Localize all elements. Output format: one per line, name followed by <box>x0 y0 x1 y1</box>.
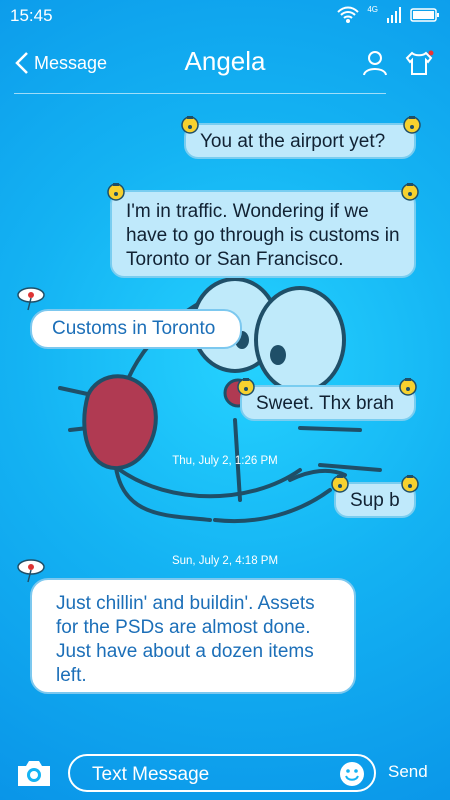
bell-icon <box>401 475 419 493</box>
message-text: You at the airport yet? <box>200 131 386 152</box>
bell-icon <box>107 183 125 201</box>
bell-icon <box>331 475 349 493</box>
message-text: Sweet. Thx brah <box>256 393 395 414</box>
message-bubble-incoming[interactable]: Customs in Toronto <box>30 309 242 349</box>
signal-icon <box>387 7 401 23</box>
message-timestamp: Sun, July 2, 4:18 PM <box>171 555 279 567</box>
status-time: 15:45 <box>10 6 53 25</box>
notification-dot <box>428 50 434 56</box>
chat-screen: 15:45 4G Message Angela You at the airpo… <box>0 0 450 800</box>
bell-icon <box>403 116 421 134</box>
message-bubble-outgoing[interactable]: I'm in traffic. Wondering if we have to … <box>110 190 416 278</box>
message-timestamp: Thu, July 2, 1:26 PM <box>172 455 278 467</box>
tag-icon <box>17 287 45 311</box>
bell-icon <box>181 116 199 134</box>
status-bar: 15:45 4G <box>0 0 450 30</box>
contact-icon[interactable] <box>362 50 388 76</box>
tshirt-icon[interactable] <box>404 50 434 76</box>
header-divider <box>14 93 386 94</box>
message-input[interactable] <box>90 759 324 791</box>
message-bubble-outgoing[interactable]: You at the airport yet? <box>184 123 416 159</box>
network-type: 4G <box>367 4 378 14</box>
send-button[interactable]: Send <box>388 762 428 782</box>
message-text: Sup b <box>350 490 400 511</box>
message-bubble-incoming[interactable]: Just chillin' and buildin'. Assets for t… <box>30 578 356 694</box>
message-field[interactable] <box>68 754 376 792</box>
conversation-header: Message Angela <box>0 36 450 90</box>
message-text: I'm in traffic. Wondering if we have to … <box>126 201 400 270</box>
battery-icon <box>410 8 439 22</box>
bell-icon <box>237 378 255 396</box>
message-text: Customs in Toronto <box>52 318 216 339</box>
status-icons: 4G <box>337 4 440 24</box>
wifi-icon <box>337 6 360 23</box>
composer-bar: Send <box>0 740 450 800</box>
bell-icon <box>401 183 419 201</box>
message-bubble-outgoing[interactable]: Sweet. Thx brah <box>240 385 416 421</box>
emoji-icon[interactable] <box>338 760 366 788</box>
camera-icon[interactable] <box>16 758 52 788</box>
message-text: Just chillin' and buildin'. Assets for t… <box>56 593 315 686</box>
bell-icon <box>399 378 417 396</box>
